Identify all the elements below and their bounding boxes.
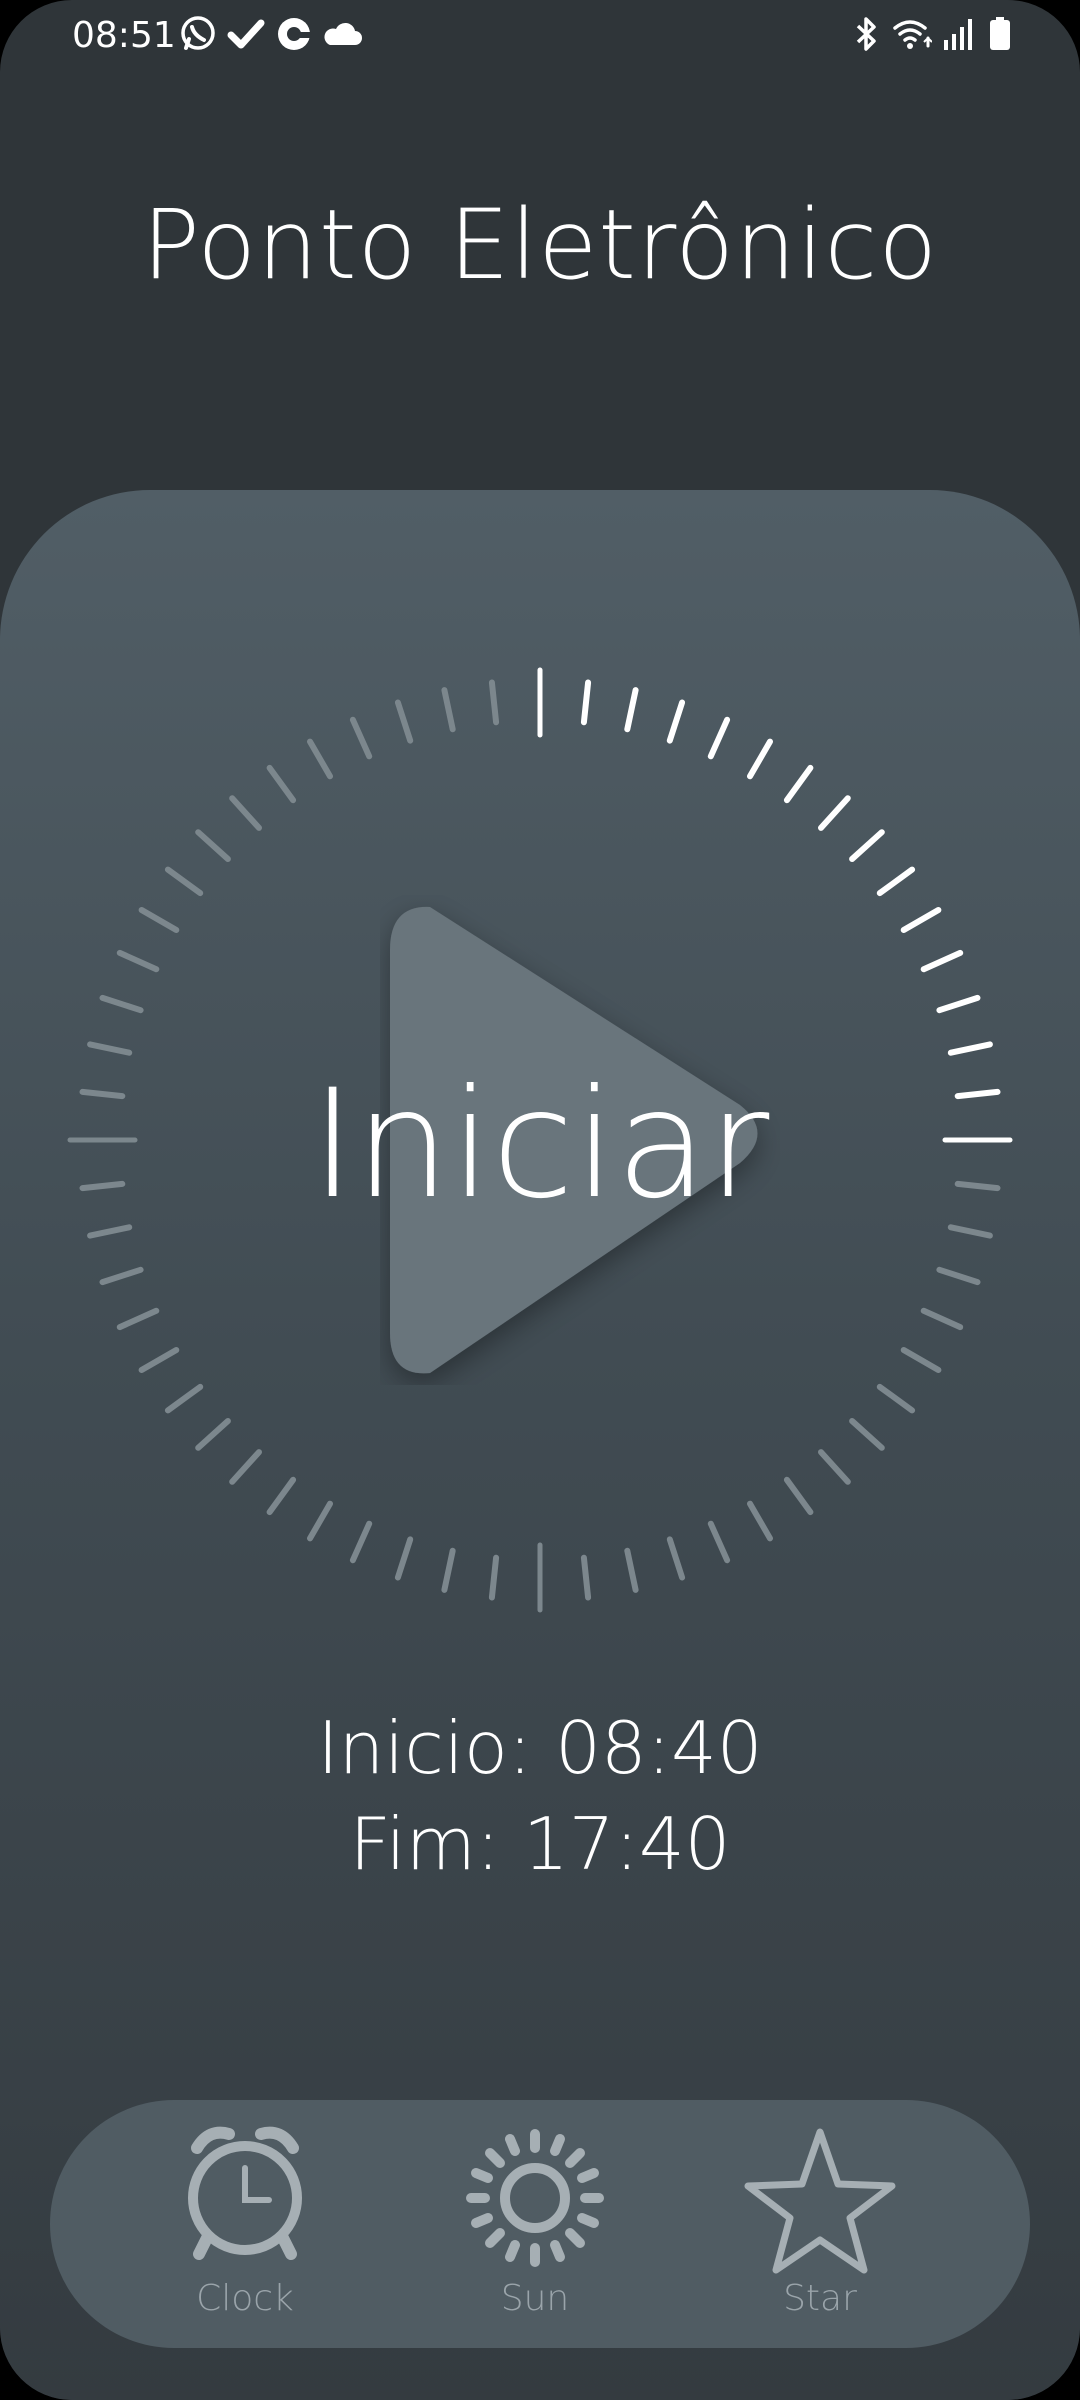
dial-tick xyxy=(666,699,686,744)
cloud-icon xyxy=(324,22,362,45)
sun-icon xyxy=(466,2129,604,2267)
nav-label-sun: Sun xyxy=(500,2278,570,2319)
dial-tick xyxy=(954,1088,1001,1100)
dial-tick xyxy=(164,1383,204,1414)
dial-tick xyxy=(624,687,639,733)
nav-label-star: Star xyxy=(783,2278,857,2319)
dial-tick xyxy=(79,1088,126,1100)
dial-tick xyxy=(818,795,851,831)
sync-app-icon xyxy=(278,18,312,50)
star-icon xyxy=(744,2128,896,2274)
dial-tick xyxy=(783,1476,814,1516)
dial-tick xyxy=(947,1041,993,1056)
dial-tick xyxy=(876,1383,916,1414)
dial-tick xyxy=(266,764,297,804)
bottom-navigation: Clock Sun Star xyxy=(50,2100,1030,2348)
dial-tick xyxy=(229,795,262,831)
dial-tick xyxy=(229,1449,262,1485)
battery-icon xyxy=(990,17,1010,50)
dial-tick xyxy=(624,1547,639,1593)
bluetooth-icon xyxy=(856,17,876,51)
dial-tick xyxy=(900,1347,942,1373)
alarm-clock-icon xyxy=(188,2126,302,2260)
start-time: Inicio: 08:40 xyxy=(317,1706,763,1790)
dial-tick xyxy=(79,1180,126,1192)
dial-tick xyxy=(666,1536,686,1581)
dial-tick xyxy=(876,866,916,897)
page-title: Ponto Eletrônico xyxy=(141,189,939,301)
dial-tick xyxy=(488,1554,500,1601)
whatsapp-icon xyxy=(181,16,215,50)
start-button[interactable] xyxy=(380,895,780,1385)
dial-tick xyxy=(747,1500,773,1542)
dial-tick xyxy=(849,829,885,862)
dial-tick xyxy=(747,738,773,780)
nav-item-sun[interactable]: Sun xyxy=(435,2100,635,2348)
wifi-icon xyxy=(893,20,932,49)
dial-tick xyxy=(394,1536,414,1581)
dial-tick xyxy=(849,1418,885,1451)
dial-tick xyxy=(307,1500,333,1542)
nav-item-star[interactable]: Star xyxy=(720,2100,920,2348)
dial-tick xyxy=(707,1520,731,1564)
dial-tick xyxy=(900,907,942,933)
dial-tick xyxy=(954,1180,1001,1192)
dial-tick xyxy=(947,1224,993,1239)
schedule-info: Inicio: 08:40 Fim: 17:40 xyxy=(0,1700,1080,1892)
dial-tick xyxy=(707,716,731,760)
dial-tick xyxy=(936,994,981,1014)
dial-tick xyxy=(936,1266,981,1286)
dial-tick xyxy=(441,1547,456,1593)
nav-label-clock: Clock xyxy=(196,2278,294,2319)
dial-tick xyxy=(266,1476,297,1516)
status-bar: 08:51 xyxy=(0,0,1080,72)
dial-tick xyxy=(99,994,144,1014)
dial-tick xyxy=(116,1307,160,1331)
dial-tick xyxy=(87,1224,133,1239)
dial-tick xyxy=(164,866,204,897)
dial-tick xyxy=(138,907,180,933)
dial-tick xyxy=(441,687,456,733)
dial-tick xyxy=(920,1307,964,1331)
dial-tick xyxy=(488,679,500,726)
dial-tick xyxy=(87,1041,133,1056)
nav-item-clock[interactable]: Clock xyxy=(145,2100,345,2348)
dial-tick xyxy=(818,1449,851,1485)
dial-tick xyxy=(920,949,964,973)
dial-tick xyxy=(307,738,333,780)
dial-tick xyxy=(138,1347,180,1373)
app-screen: 08:51 Ponto Eletrônico Iniciar Inicio: 0… xyxy=(0,0,1080,2400)
dial-tick xyxy=(99,1266,144,1286)
signal-icon xyxy=(944,19,972,50)
dial-tick xyxy=(783,764,814,804)
dial-tick xyxy=(349,716,373,760)
dial-tick xyxy=(580,679,592,726)
dial-tick xyxy=(349,1520,373,1564)
dial-tick xyxy=(195,829,231,862)
dial-tick xyxy=(394,699,414,744)
status-time: 08:51 xyxy=(72,15,176,56)
dial-tick xyxy=(195,1418,231,1451)
end-time: Fim: 17:40 xyxy=(349,1802,731,1886)
dial-tick xyxy=(580,1554,592,1601)
dial-tick xyxy=(116,949,160,973)
check-icon xyxy=(227,19,265,49)
play-icon xyxy=(390,906,758,1374)
